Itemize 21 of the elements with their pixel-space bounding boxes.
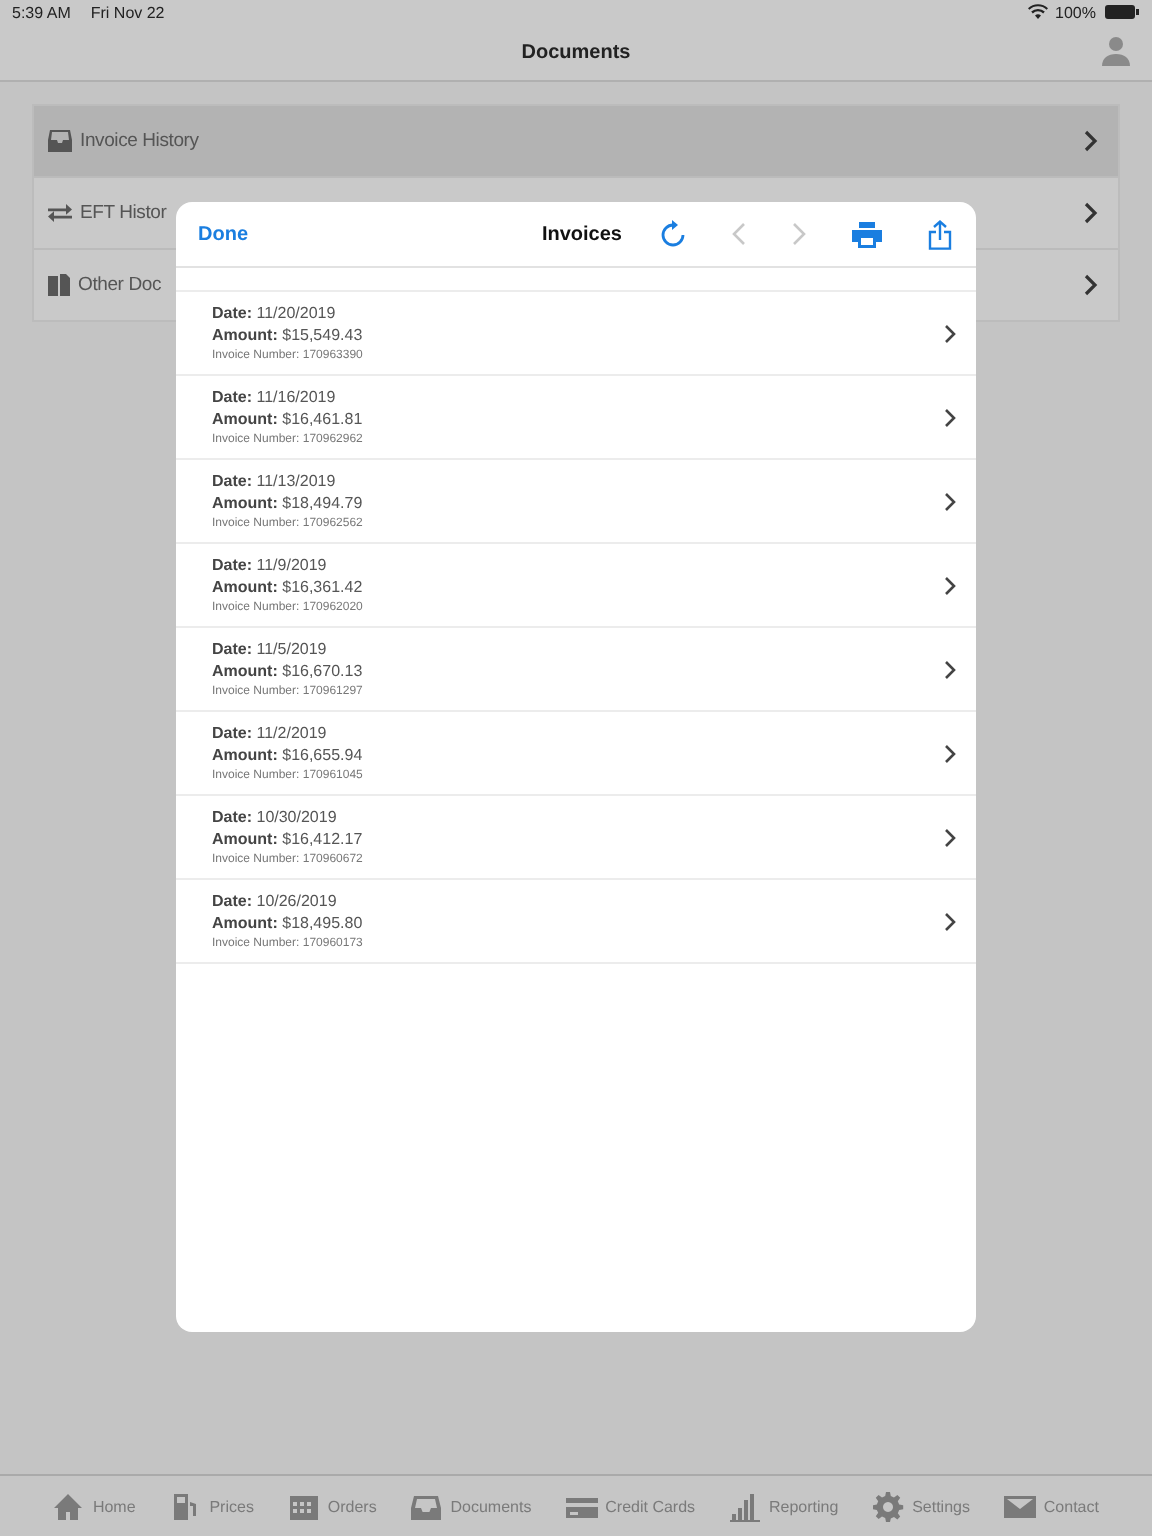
invoice-amount: Amount: $16,461.81	[212, 407, 365, 429]
invoice-date: Date: 11/2/2019	[212, 721, 329, 743]
invoice-date: Date: 11/16/2019	[212, 385, 338, 407]
invoice-amount: Amount: $16,670.13	[212, 659, 365, 681]
nav-title: Documents	[521, 41, 631, 63]
status-time: 5:39 AM	[12, 3, 71, 21]
invoice-date: Date: 10/26/2019	[212, 889, 339, 911]
invoice-amount: Amount: $18,494.79	[212, 491, 365, 513]
invoice-date: Date: 11/20/2019	[212, 301, 338, 323]
invoice-date: Date: 10/30/2019	[212, 805, 339, 827]
invoice-amount: Amount: $15,549.43	[212, 323, 365, 345]
invoice-date: Date: 11/5/2019	[212, 637, 329, 659]
invoice-amount: Amount: $16,361.42	[212, 575, 365, 597]
invoice-amount: Amount: $16,655.94	[212, 743, 365, 765]
invoice-amount: Amount: $16,412.17	[212, 827, 365, 849]
invoice-date: Date: 11/9/2019	[212, 553, 329, 575]
status-date: Fri Nov 22	[90, 3, 165, 21]
invoice-date: Date: 11/13/2019	[212, 469, 338, 491]
battery-percent: 100%	[1055, 3, 1096, 21]
invoice-amount: Amount: $18,495.80	[212, 911, 365, 933]
dialog-title: Invoices	[541, 223, 622, 245]
